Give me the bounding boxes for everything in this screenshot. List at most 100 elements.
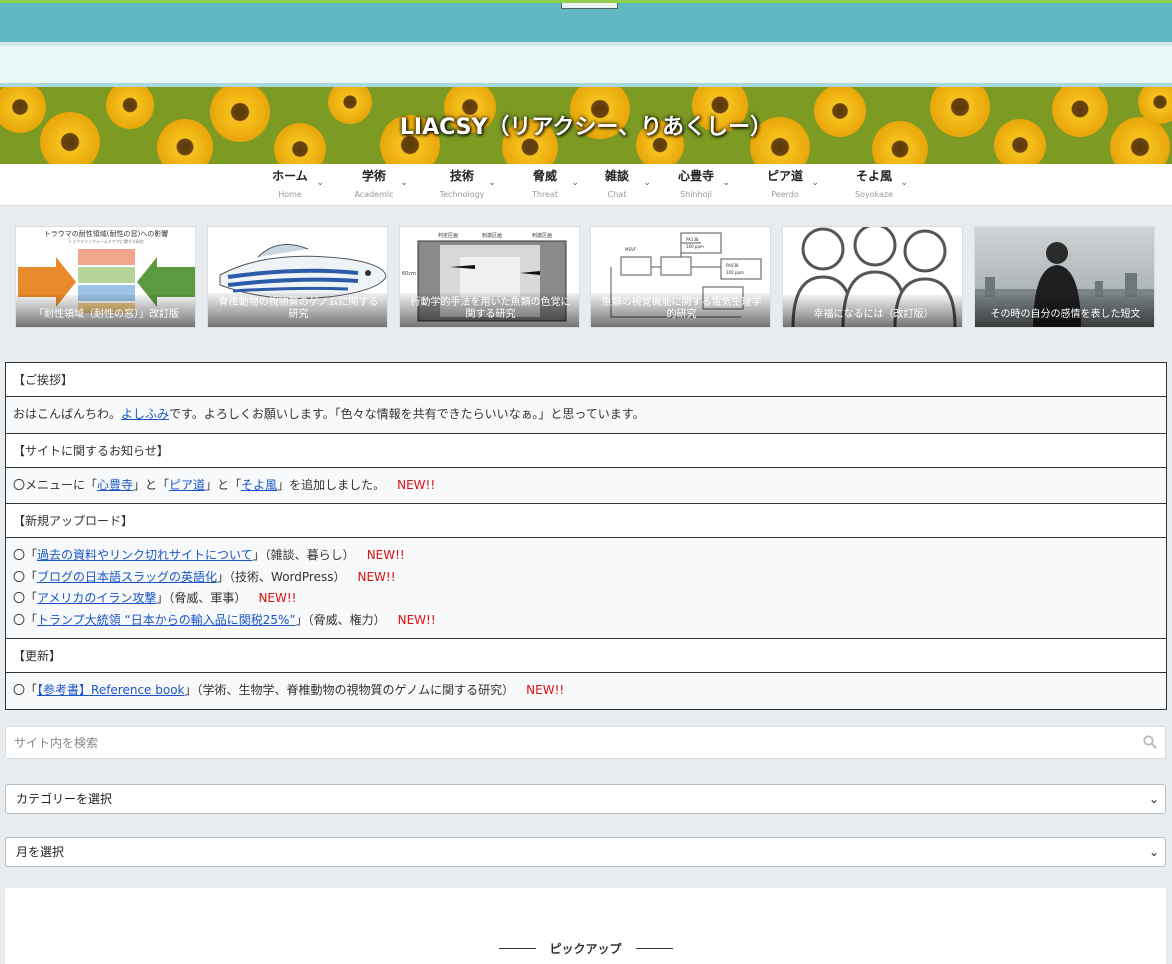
carousel-caption: 行動学的手法を用いた魚類の色覚に関する研究 [400, 293, 579, 327]
notice-table: 【ご挨拶】 おはこんばんちわ。よしふみです。よろしくお願いします。「色々な情報を… [5, 362, 1167, 710]
new-badge: NEW!! [526, 683, 565, 697]
nav-item-shinhoji[interactable]: 心豊寺 Shinhoji ⌄ [656, 168, 736, 202]
nav-sublabel: Home [278, 190, 302, 199]
carousel-card[interactable]: 判定区画 刺激区画 刺激区画 60cm 行動学的手法を用いた魚類の色覚に関する研… [399, 226, 580, 328]
upload-link[interactable]: トランプ大統領 “日本からの輸入品に関税25%” [37, 613, 296, 627]
featured-carousel: トラウマの耐性領域(耐性の窓)への影響 トラウマインフォームドケアに関する研究 … [15, 226, 1157, 328]
upload-item: 〇「トランプ大統領 “日本からの輸入品に関税25%”」（脅威、権力） NEW!! [13, 610, 1159, 632]
upload-item: 〇「過去の資料やリンク切れサイトについて」（雑談、暮らし） NEW!! [13, 545, 1159, 567]
carousel-caption: 魚類の視覚機能に関する電気生理学的研究 [591, 293, 770, 327]
nav-sublabel: Threat [531, 190, 559, 199]
update-body: 〇「【参考書】Reference book」（学術、生物学、脊椎動物の視物質のゲ… [6, 673, 1166, 709]
nav-sublabel: Chat [607, 190, 627, 199]
greeting-text: です。よろしくお願いします。「色々な情報を共有できたらいいなぁ。」と思っています… [169, 407, 645, 421]
nav-sublabel: Technology [439, 190, 485, 199]
site-title[interactable]: LIACSY（リアクシー、りあくしー） [0, 109, 1172, 141]
thumb-electro-a: PA138 [686, 237, 699, 242]
month-select[interactable]: 月を選択 ⌄ [5, 837, 1166, 867]
carousel-card[interactable]: トラウマの耐性領域(耐性の窓)への影響 トラウマインフォームドケアに関する研究 … [15, 226, 196, 328]
chevron-down-icon: ⌄ [722, 178, 730, 188]
upload-link[interactable]: 過去の資料やリンク切れサイトについて [37, 548, 253, 562]
greeting-body: おはこんばんちわ。よしふみです。よろしくお願いします。「色々な情報を共有できたら… [6, 397, 1166, 434]
carousel-card[interactable]: 脊椎動物の視物質のゲノムに関する研究 [207, 226, 388, 328]
chevron-down-icon: ⌄ [316, 178, 324, 188]
chevron-down-icon: ⌄ [1148, 845, 1159, 859]
thumb-trauma-title: トラウマの耐性領域(耐性の窓)への影響 [44, 229, 168, 238]
upload-body: 〇「過去の資料やリンク切れサイトについて」（雑談、暮らし） NEW!! 〇「ブログ… [6, 538, 1166, 639]
update-header: 【更新】 [6, 639, 1166, 673]
nav-sublabel: Peerdo [771, 190, 799, 199]
soyokaze-link[interactable]: そよ風 [241, 478, 277, 492]
update-tags: 」（学術、生物学、脊椎動物の視物質のゲノムに関する研究） [184, 683, 515, 697]
upload-tags: 」（技術、WordPress） [217, 569, 346, 584]
update-link[interactable]: 【参考書】Reference book [37, 683, 185, 697]
thumb-electro-b: 100 ppm [686, 244, 704, 249]
upload-prefix: 〇「 [13, 548, 38, 562]
upload-link[interactable]: ブログの日本語スラッグの英語化 [37, 570, 217, 584]
nav-sublabel: Soyokaze [854, 190, 894, 199]
new-badge: NEW!! [357, 569, 396, 584]
carousel-card[interactable]: PA138 100 ppm MSVF PA038 100 ppm 魚類の視覚機能… [590, 226, 771, 328]
chevron-down-icon: ⌄ [811, 178, 819, 188]
thumb-electro-d: PA038 [726, 263, 739, 268]
upload-tags: 」（脅威、軍事） [156, 591, 247, 605]
carousel-caption: その時の自分の感情を表した短文 [975, 295, 1154, 327]
header-banner: LIACSY（リアクシー、りあくしー） [0, 87, 1172, 164]
upload-link[interactable]: アメリカのイラン攻撃 [37, 591, 156, 605]
site-notice-body: 〇メニューに「心豊寺」と「ピア道」と「そよ風」を追加しました。 NEW!! [6, 467, 1166, 504]
new-badge: NEW!! [397, 477, 436, 492]
nav-item-threat[interactable]: 脅威 Threat ⌄ [505, 168, 585, 202]
upload-header: 【新規アップロード】 [6, 504, 1166, 538]
category-select-value: カテゴリーを選択 [16, 792, 113, 806]
chevron-down-icon: ⌄ [643, 178, 651, 188]
chevron-down-icon: ⌄ [488, 178, 496, 188]
pickup-heading: ピックアップ [549, 942, 622, 956]
nav-item-peerdo[interactable]: ピア道 Peerdo ⌄ [745, 168, 825, 202]
chevron-down-icon: ⌄ [900, 178, 908, 188]
site-notice-header: 【サイトに関するお知らせ】 [6, 433, 1166, 468]
site-notice-text: 」を追加しました。 [277, 477, 386, 492]
shinhoji-link[interactable]: 心豊寺 [97, 478, 133, 492]
nav-item-chat[interactable]: 雑談 Chat ⌄ [577, 168, 657, 202]
thumb-trauma-sub: トラウマインフォームドケアに関する研究 [68, 238, 144, 244]
search-icon[interactable] [1143, 735, 1157, 749]
site-notice-text: 」と「 [205, 477, 242, 492]
carousel-caption: 「耐性領域（耐性の窓）」改訂版 [16, 295, 195, 327]
carousel-card[interactable]: 幸福になるには（改訂版） [782, 226, 963, 328]
site-notice-text: 」と「 [133, 477, 170, 492]
new-badge: NEW!! [258, 591, 297, 605]
chevron-down-icon: ⌄ [1148, 792, 1159, 806]
month-select-value: 月を選択 [16, 845, 65, 859]
nav-item-soyokaze[interactable]: そよ風 Soyokaze ⌄ [834, 168, 914, 202]
thumb-behavior-c: 刺激区画 [532, 232, 552, 239]
thumb-electro-e: 100 ppm [726, 270, 744, 275]
category-select[interactable]: カテゴリーを選択 ⌄ [5, 784, 1166, 814]
upload-item: 〇「アメリカのイラン攻撃」（脅威、軍事） NEW!! [13, 588, 1159, 610]
sub-header-bar [0, 42, 1172, 87]
nav-sublabel: Academic [354, 190, 394, 199]
nav-item-home[interactable]: ホーム Home ⌄ [250, 168, 330, 202]
nav-item-academic[interactable]: 学術 Academic ⌄ [334, 168, 414, 202]
search-input[interactable] [6, 727, 1126, 758]
upload-item: 〇「ブログの日本語スラッグの英語化」（技術、WordPress） NEW!! [13, 567, 1159, 589]
upload-prefix: 〇「 [13, 591, 38, 605]
author-link[interactable]: よしふみ [121, 407, 169, 421]
site-search [5, 726, 1166, 759]
carousel-caption: 幸福になるには（改訂版） [783, 295, 962, 327]
thumb-behavior-b: 刺激区画 [482, 232, 502, 239]
upload-tags: 」（脅威、権力） [295, 612, 386, 627]
thumb-behavior-a: 判定区画 [438, 232, 458, 239]
new-badge: NEW!! [397, 612, 436, 627]
header-tab-toggle[interactable] [561, 3, 618, 9]
carousel-card[interactable]: その時の自分の感情を表した短文 [974, 226, 1155, 328]
upload-prefix: 〇「 [13, 612, 38, 627]
greeting-text: おはこんばんちわ。 [13, 407, 122, 421]
nav-sublabel: Shinhoji [680, 190, 712, 199]
site-notice-text: 〇メニューに「 [13, 477, 98, 492]
top-header-bar [0, 0, 1172, 42]
chevron-down-icon: ⌄ [400, 178, 408, 188]
nav-item-technology[interactable]: 技術 Technology ⌄ [422, 168, 502, 202]
update-prefix: 〇「 [13, 683, 38, 697]
thumb-behavior-dim: 60cm [402, 271, 416, 277]
peerdo-link[interactable]: ピア道 [169, 478, 205, 492]
